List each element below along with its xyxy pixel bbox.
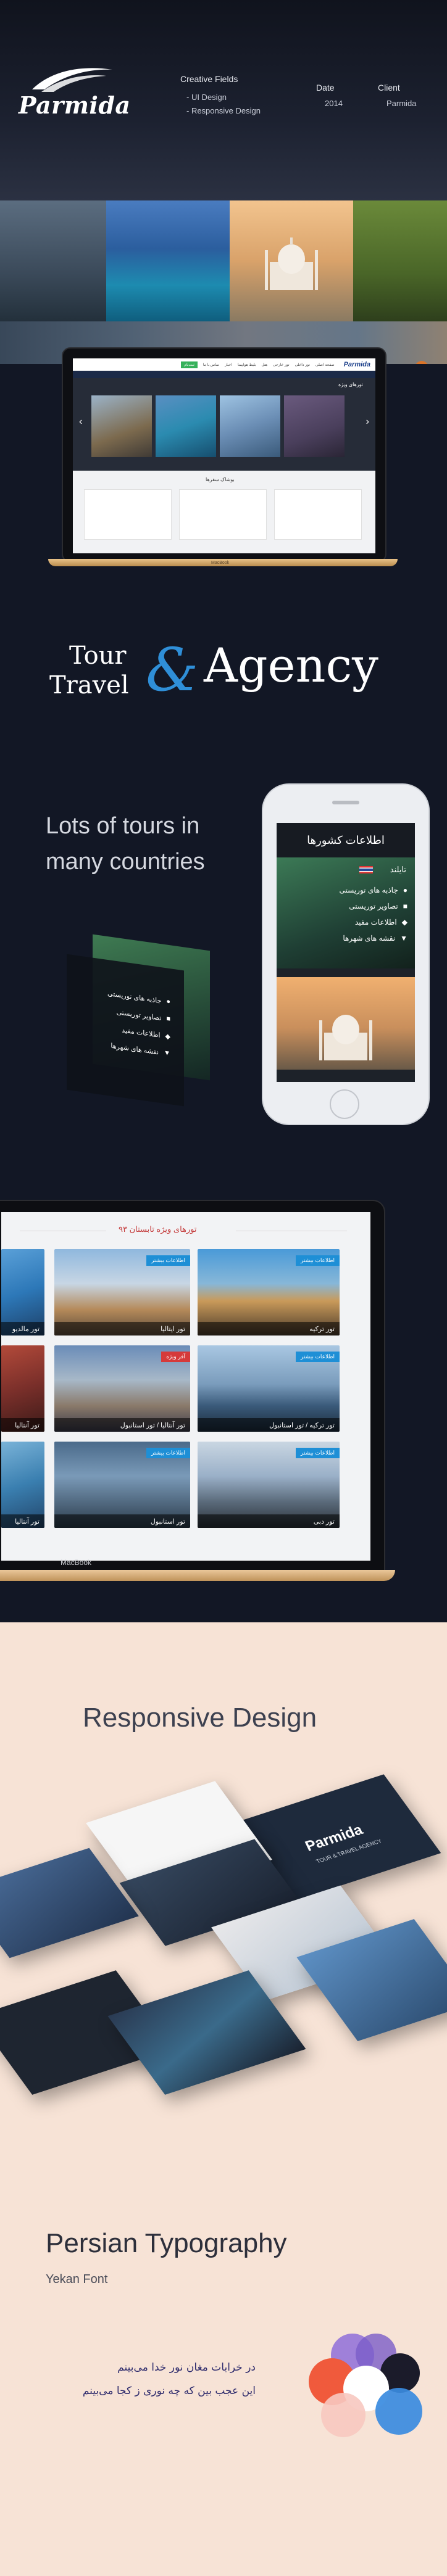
field-item-responsive: - Responsive Design: [186, 106, 261, 115]
phone-speaker: [332, 801, 359, 804]
thailand-flag-icon: [359, 866, 373, 873]
info-icon: ◆: [401, 918, 407, 927]
site-topbar: [73, 371, 375, 378]
title-agency: Agency: [204, 638, 378, 693]
taj-mahal-icon: [319, 1015, 372, 1060]
phone-device: اطلاعات کشورها تایلند جاذبه های توریستی ●…: [262, 783, 430, 1125]
phone-country-card: تایلند جاذبه های توریستی ● تصاویر توریستی…: [277, 857, 415, 968]
date-value: 2014: [325, 99, 343, 108]
typography-title: Persian Typography: [46, 2228, 287, 2258]
laptop-screen: ثبت‌نام تماس با ما اخبار بلیط هواپیما هت…: [73, 358, 375, 553]
slider-card[interactable]: [220, 395, 280, 457]
tour-tile[interactable]: اطلاعات بیشتر تور استانبول: [54, 1442, 190, 1528]
phone-menu-item[interactable]: اطلاعات مفید ◆: [277, 914, 415, 930]
map-pin-icon: ▼: [164, 1049, 170, 1058]
slider-card[interactable]: [284, 395, 345, 457]
phone-menu-item[interactable]: نقشه های شهرها ▼: [277, 930, 415, 946]
news-card[interactable]: [179, 489, 267, 540]
phone-menu-item[interactable]: تصاویر توریستی ■: [277, 898, 415, 914]
nav-item[interactable]: تور داخلی: [295, 363, 310, 367]
photo-bali-temple: [0, 200, 106, 321]
palette-swatch: [375, 2388, 422, 2435]
lots-line1: Lots of tours in: [46, 813, 200, 839]
tour-tile[interactable]: اطلاعات بیشتر تور ایتالیا: [54, 1249, 190, 1335]
slider-heading: تورهای ویژه: [338, 382, 363, 387]
news-heading: بوشاک سفرها: [206, 477, 235, 482]
image-icon: ■: [403, 902, 407, 910]
slider-next-icon[interactable]: ›: [366, 416, 369, 427]
tour-tile[interactable]: آفر ویژه تور آنتالیا / تور استانبول: [54, 1345, 190, 1432]
color-palette: [309, 2329, 432, 2446]
image-icon: ■: [166, 1015, 170, 1023]
laptop2-display: تورهای ویژه تابستان ۹۳ تور مالدیو تور آن…: [0, 1200, 385, 1572]
laptop-brand: MacBook: [211, 561, 230, 565]
camera-icon: ●: [403, 886, 407, 894]
creative-fields-title: Creative Fields: [180, 74, 238, 84]
phone-home-button[interactable]: [330, 1089, 359, 1119]
news-card[interactable]: [84, 489, 172, 540]
laptop-display: ثبت‌نام تماس با ما اخبار بلیط هواپیما هت…: [62, 347, 386, 563]
laptop2-base: [0, 1570, 395, 1581]
site-navbar: ثبت‌نام تماس با ما اخبار بلیط هواپیما هت…: [73, 358, 375, 371]
logo-text: Parmida: [19, 91, 131, 119]
persian-line-1: در خرابات مغان نور خدا می‌بینم: [117, 2361, 256, 2374]
responsive-title: Responsive Design: [83, 1703, 317, 1733]
tour-tile[interactable]: تور آنتالیا: [1, 1442, 44, 1528]
lots-line2: many countries: [46, 849, 205, 875]
phone-title: اطلاعات کشورها: [277, 823, 415, 857]
tour-tile[interactable]: اطلاعات بیشتر تور دبی: [198, 1442, 340, 1528]
persian-line-2: این عجب بین که چه نوری ز کجا می‌بینم: [82, 2385, 256, 2397]
camera-icon: ●: [166, 997, 170, 1006]
client-title: Client: [378, 83, 400, 93]
taj-mahal-icon: [265, 237, 318, 290]
phone-taj-photo: [277, 977, 415, 1070]
phone-screen: اطلاعات کشورها تایلند جاذبه های توریستی ●…: [277, 823, 415, 1082]
photo-garden-street: [353, 200, 447, 321]
palette-swatch: [321, 2393, 366, 2437]
news-card[interactable]: [274, 489, 362, 540]
typography-subtitle: Yekan Font: [46, 2273, 108, 2286]
client-value: Parmida: [386, 99, 417, 108]
title-ampersand: &: [146, 635, 199, 704]
hero-slider: تورهای ویژه ‹ ›: [73, 378, 375, 471]
responsive-mockups: Parmida TOUR & TRAVEL AGENCY: [0, 1774, 447, 2116]
title-travel: Travel: [49, 671, 129, 700]
news-section: بوشاک سفرها: [73, 471, 375, 553]
header-section: Parmida Creative Fields - UI Design - Re…: [0, 0, 447, 200]
nav-item[interactable]: تور خارجی: [273, 363, 289, 367]
nav-item[interactable]: اخبار: [225, 363, 232, 367]
phone-country-name: تایلند: [390, 865, 406, 874]
tour-tile[interactable]: اطلاعات بیشتر تور ترکیه / تور استانبول: [198, 1345, 340, 1432]
phone-menu-item[interactable]: جاذبه های توریستی ●: [277, 882, 415, 898]
slider-card[interactable]: [156, 395, 216, 457]
date-title: Date: [316, 83, 335, 93]
nav-item[interactable]: بلیط هواپیما: [238, 363, 256, 367]
tour-tile[interactable]: اطلاعات بیشتر تور ترکیه: [198, 1249, 340, 1335]
layer-front-card: جاذبه های توریستی ● تصاویر توریستی ■ اطلاع…: [67, 954, 184, 1107]
title-tour: Tour: [69, 642, 127, 670]
site-logo[interactable]: Parmida: [344, 361, 370, 368]
field-item-ui: - UI Design: [186, 93, 227, 102]
nav-item[interactable]: تماس با ما: [203, 363, 219, 367]
tours-heading: تورهای ویژه تابستان ۹۳: [119, 1224, 197, 1234]
photo-taj-mahal: [230, 200, 353, 321]
photo-resort-pool: [106, 200, 230, 321]
slider-card[interactable]: [91, 395, 152, 457]
tour-tile[interactable]: تور آنتالیا: [1, 1345, 44, 1432]
nav-item[interactable]: صفحه اصلی: [315, 363, 335, 367]
map-pin-icon: ▼: [400, 934, 407, 943]
nav-register-button[interactable]: ثبت‌نام: [181, 361, 198, 368]
info-icon: ◆: [165, 1032, 170, 1041]
slider-prev-icon[interactable]: ‹: [79, 416, 82, 427]
laptop2-brand: MacBook: [61, 1558, 92, 1567]
tour-tile[interactable]: تور مالدیو: [1, 1249, 44, 1335]
laptop2-screen: تورهای ویژه تابستان ۹۳ تور مالدیو تور آن…: [1, 1212, 370, 1561]
nav-item[interactable]: هتل: [262, 363, 268, 367]
